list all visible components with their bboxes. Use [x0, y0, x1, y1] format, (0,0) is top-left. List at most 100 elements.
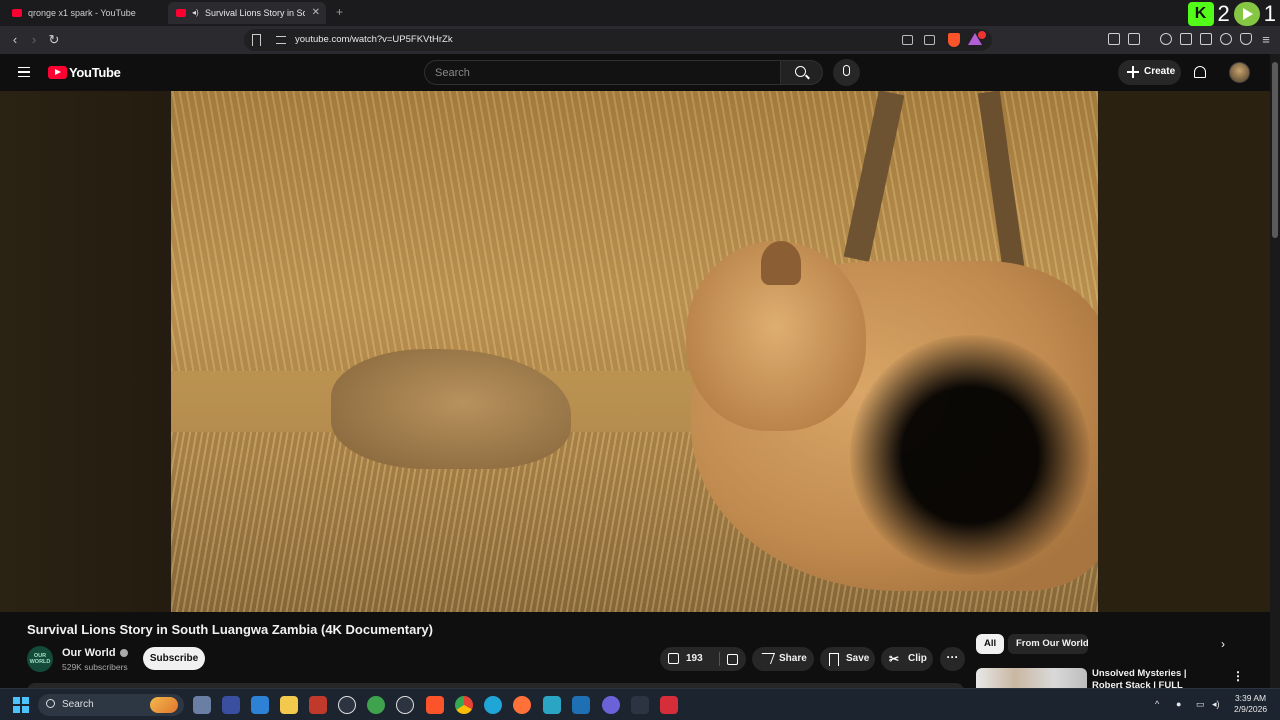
system-clock[interactable]: 3:39 AM 2/9/2026: [1234, 693, 1267, 715]
like-count[interactable]: 193: [686, 647, 703, 671]
page-scrollbar[interactable]: [1270, 54, 1280, 688]
leo-ai-icon[interactable]: [1220, 33, 1232, 45]
recommendation-more-icon[interactable]: ⋮: [1232, 669, 1244, 683]
more-actions-button[interactable]: ···: [940, 647, 965, 671]
volume-icon[interactable]: ◂): [1212, 699, 1220, 710]
news-app-icon[interactable]: [309, 696, 327, 714]
like-divider: [719, 652, 720, 666]
browser-tab-1[interactable]: qronge x1 spark - YouTube: [4, 2, 164, 24]
verified-icon: [119, 649, 128, 658]
reload-icon[interactable]: ↻: [46, 32, 62, 48]
share-page-icon[interactable]: [924, 35, 935, 45]
kick-count: 2: [1217, 1, 1230, 26]
menu-icon[interactable]: ≡: [1258, 32, 1274, 48]
forward-icon[interactable]: ›: [26, 32, 42, 48]
youtube-header: YouTube Create: [0, 54, 1280, 91]
search-highlight-icon: [150, 697, 178, 713]
windows-start-icon[interactable]: [13, 697, 29, 713]
network-icon[interactable]: ▭: [1196, 699, 1205, 710]
video-title: Survival Lions Story in South Luangwa Za…: [27, 622, 433, 637]
dislike-icon[interactable]: [727, 654, 738, 665]
discord-icon[interactable]: [602, 696, 620, 714]
tab-title: Survival Lions Story in South L: [205, 8, 305, 18]
app-oo-icon[interactable]: [543, 696, 561, 714]
notifications-bell-icon[interactable]: [1194, 66, 1206, 78]
clock-time: 3:39 AM: [1234, 693, 1267, 703]
search-input[interactable]: [435, 66, 765, 80]
subscribe-button[interactable]: Subscribe: [143, 647, 205, 670]
kick-icon[interactable]: K: [1187, 2, 1214, 26]
url-text[interactable]: youtube.com/watch?v=UP5FKVtHrZk: [295, 34, 453, 45]
rumble-icon[interactable]: [1233, 2, 1260, 26]
edge-icon[interactable]: [484, 696, 502, 714]
chip-from-our-world[interactable]: From Our World: [1008, 634, 1088, 654]
save-button[interactable]: Save: [820, 647, 875, 671]
chevron-right-icon[interactable]: ›: [1221, 638, 1231, 650]
github-icon[interactable]: [396, 696, 414, 714]
like-icon[interactable]: [668, 653, 679, 664]
extensions-icon[interactable]: [1108, 33, 1120, 45]
recommendation-title[interactable]: Unsolved Mysteries | Robert Stack | FULL…: [1092, 668, 1217, 690]
youtube-favicon-icon: [12, 9, 22, 17]
search-box[interactable]: [424, 60, 781, 85]
tray-chevron-icon[interactable]: ^: [1155, 699, 1159, 709]
recommendation-thumbnail[interactable]: [976, 668, 1087, 690]
browser-tab-2[interactable]: ◂) Survival Lions Story in South L ✕: [168, 2, 326, 24]
search-button[interactable]: [781, 60, 823, 85]
music-icon[interactable]: [1160, 33, 1172, 45]
share-button[interactable]: Share: [752, 647, 814, 671]
file-explorer-icon[interactable]: [280, 696, 298, 714]
address-bar[interactable]: youtube.com/watch?v=UP5FKVtHrZk: [244, 29, 992, 51]
app-tool-icon[interactable]: [193, 696, 211, 714]
save-icon: [829, 653, 839, 666]
wallet-card-icon[interactable]: [1200, 33, 1212, 45]
back-icon[interactable]: ‹: [7, 32, 23, 48]
share-icon: [757, 653, 776, 664]
brave-browser-icon[interactable]: [426, 696, 444, 714]
windows-taskbar: Search ^ ● ▭ ◂) 3:39 AM 2/9/2026: [0, 688, 1280, 720]
chip-all[interactable]: All: [976, 634, 1005, 654]
app-bolt-icon[interactable]: [660, 696, 678, 714]
save-label: Save: [846, 653, 870, 664]
video-frame-lioness-ear: [761, 241, 801, 285]
vscode-icon[interactable]: [572, 696, 590, 714]
browser-toolbar: ‹ › ↻ youtube.com/watch?v=UP5FKVtHrZk ≡: [0, 26, 1280, 54]
app-a-icon[interactable]: [631, 696, 649, 714]
close-tab-icon[interactable]: ✕: [312, 7, 320, 18]
wallet-icon[interactable]: [1128, 33, 1140, 45]
channel-name[interactable]: Our World: [62, 647, 128, 659]
vpn-shield-icon[interactable]: [1240, 33, 1252, 45]
channel-name-text[interactable]: Our World: [62, 647, 116, 659]
chrome-icon[interactable]: [455, 696, 473, 714]
microphone-tray-icon[interactable]: ●: [1176, 699, 1181, 709]
youtube-favicon-icon: [176, 9, 186, 17]
share-label: Share: [779, 653, 807, 664]
clip-button[interactable]: ✂ Clip: [881, 647, 933, 671]
youtube-logo-icon[interactable]: [48, 66, 67, 79]
like-dislike-group: 193: [660, 647, 746, 671]
guide-menu-icon[interactable]: [18, 67, 30, 77]
brave-shields-icon[interactable]: [948, 33, 960, 47]
green-app-icon[interactable]: [367, 696, 385, 714]
channel-avatar[interactable]: OUR WORLD: [27, 646, 53, 672]
voice-search-button[interactable]: [833, 59, 860, 86]
sidebar-icon[interactable]: [1180, 33, 1192, 45]
scrollbar-thumb[interactable]: [1272, 62, 1278, 238]
youtube-wordmark[interactable]: YouTube: [69, 65, 121, 80]
taskbar-search-label: Search: [62, 699, 94, 710]
plus-icon: [1127, 66, 1139, 78]
new-tab-button[interactable]: +: [336, 5, 343, 19]
firefox-icon[interactable]: [513, 696, 531, 714]
speaker-icon: ◂): [192, 8, 199, 17]
cast-icon[interactable]: [902, 35, 913, 45]
app-manager-icon[interactable]: [222, 696, 240, 714]
site-settings-icon[interactable]: [276, 36, 286, 44]
app-r-icon[interactable]: [251, 696, 269, 714]
tab-title: qronge x1 spark - YouTube: [28, 8, 136, 18]
clock-app-icon[interactable]: [338, 696, 356, 714]
bookmark-icon[interactable]: [252, 34, 261, 46]
clip-label: Clip: [908, 653, 927, 664]
create-button[interactable]: Create: [1118, 60, 1181, 85]
taskbar-search[interactable]: Search: [38, 694, 184, 716]
account-avatar[interactable]: [1229, 62, 1250, 83]
